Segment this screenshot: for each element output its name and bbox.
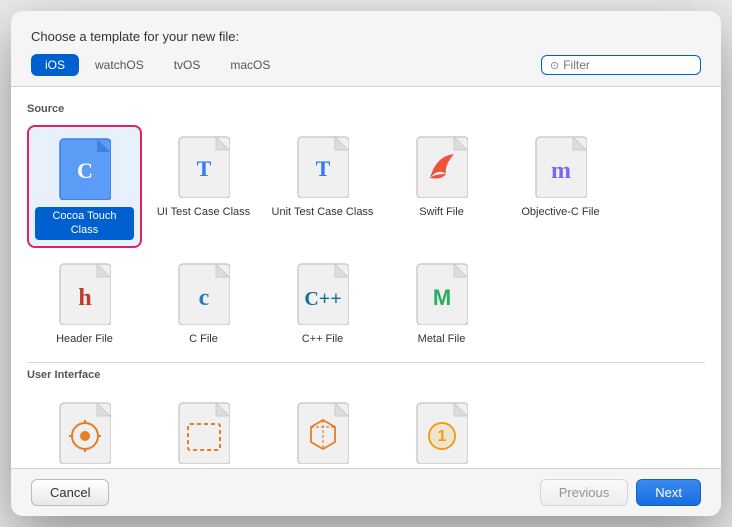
cpp-label: C++ File	[302, 332, 344, 346]
tab-tvos[interactable]: tvOS	[160, 54, 215, 76]
empty-icon-wrapper	[293, 399, 353, 467]
content-area: Source C Cocoa Touch Class	[11, 86, 721, 469]
metal-label: Metal File	[418, 332, 466, 346]
ui-items-grid: Storyboard View	[27, 391, 705, 469]
launch-screen-icon: 1	[416, 402, 468, 464]
dialog-title: Choose a template for your new file:	[31, 29, 701, 44]
storyboard-icon-wrapper	[55, 399, 115, 467]
section-divider	[27, 362, 705, 363]
item-objc[interactable]: m Objective-C File	[503, 125, 618, 248]
cpp-icon-wrapper: C++	[293, 260, 353, 328]
c-icon-wrapper: c	[174, 260, 234, 328]
item-view[interactable]: View	[146, 391, 261, 469]
view-icon-wrapper	[174, 399, 234, 467]
next-button[interactable]: Next	[636, 479, 701, 506]
ui-test-label: UI Test Case Class	[157, 205, 250, 219]
svg-text:m: m	[551, 158, 571, 184]
c-label: C File	[189, 332, 218, 346]
footer-left: Cancel	[31, 479, 109, 506]
filter-wrapper: ⊙	[541, 55, 701, 75]
cocoa-touch-label: Cocoa Touch Class	[35, 207, 134, 240]
svg-text:C: C	[77, 158, 93, 183]
item-swift[interactable]: Swift File	[384, 125, 499, 248]
svg-text:h: h	[78, 285, 91, 311]
unit-test-label: Unit Test Case Class	[272, 205, 374, 219]
item-header[interactable]: h Header File	[27, 252, 142, 352]
item-empty[interactable]: Empty	[265, 391, 380, 469]
source-items-grid: C Cocoa Touch Class T UI Test Case Class	[27, 125, 705, 352]
swift-icon	[416, 136, 468, 198]
filter-icon: ⊙	[550, 59, 559, 72]
objc-icon: m	[535, 136, 587, 198]
item-storyboard[interactable]: Storyboard	[27, 391, 142, 469]
section-label-source: Source	[27, 103, 705, 115]
svg-text:T: T	[315, 156, 330, 181]
section-label-ui: User Interface	[27, 369, 705, 381]
objc-label: Objective-C File	[521, 205, 599, 219]
previous-button[interactable]: Previous	[540, 479, 629, 506]
item-launch-screen[interactable]: 1 Launch Screen	[384, 391, 499, 469]
cpp-icon: C++	[297, 263, 349, 325]
view-icon	[178, 402, 230, 464]
cocoa-touch-icon: C	[59, 138, 111, 200]
tab-macos[interactable]: macOS	[216, 54, 284, 76]
tab-ios[interactable]: iOS	[31, 54, 79, 76]
item-cocoa-touch[interactable]: C Cocoa Touch Class	[27, 125, 142, 248]
svg-text:c: c	[198, 285, 209, 311]
filter-input[interactable]	[563, 58, 692, 72]
item-unit-test[interactable]: T Unit Test Case Class	[265, 125, 380, 248]
footer-right: Previous Next	[540, 479, 701, 506]
objc-icon-wrapper: m	[531, 133, 591, 201]
launch-screen-icon-wrapper: 1	[412, 399, 472, 467]
storyboard-icon	[59, 402, 111, 464]
unit-test-icon-wrapper: T	[293, 133, 353, 201]
item-cpp[interactable]: C++ C++ File	[265, 252, 380, 352]
header-icon-wrapper: h	[55, 260, 115, 328]
header-label: Header File	[56, 332, 113, 346]
unit-test-icon: T	[297, 136, 349, 198]
cancel-button[interactable]: Cancel	[31, 479, 109, 506]
platform-tabs: iOS watchOS tvOS macOS	[31, 54, 284, 76]
header-icon: h	[59, 263, 111, 325]
empty-icon	[297, 402, 349, 464]
svg-text:T: T	[196, 156, 211, 181]
metal-icon-wrapper: M	[412, 260, 472, 328]
item-metal[interactable]: M Metal File	[384, 252, 499, 352]
item-c[interactable]: c C File	[146, 252, 261, 352]
tabs-filter-row: iOS watchOS tvOS macOS ⊙	[31, 54, 701, 76]
dialog-footer: Cancel Previous Next	[11, 469, 721, 516]
svg-text:C++: C++	[304, 288, 341, 310]
svg-text:1: 1	[437, 428, 446, 445]
swift-icon-wrapper	[412, 133, 472, 201]
swift-label: Swift File	[419, 205, 464, 219]
ui-test-icon-wrapper: T	[174, 133, 234, 201]
svg-text:M: M	[432, 285, 450, 310]
ui-test-icon: T	[178, 136, 230, 198]
template-dialog: Choose a template for your new file: iOS…	[11, 11, 721, 516]
cocoa-touch-icon-wrapper: C	[55, 135, 115, 203]
item-ui-test[interactable]: T UI Test Case Class	[146, 125, 261, 248]
tab-watchos[interactable]: watchOS	[81, 54, 158, 76]
c-icon: c	[178, 263, 230, 325]
metal-icon: M	[416, 263, 468, 325]
dialog-header: Choose a template for your new file: iOS…	[11, 11, 721, 86]
